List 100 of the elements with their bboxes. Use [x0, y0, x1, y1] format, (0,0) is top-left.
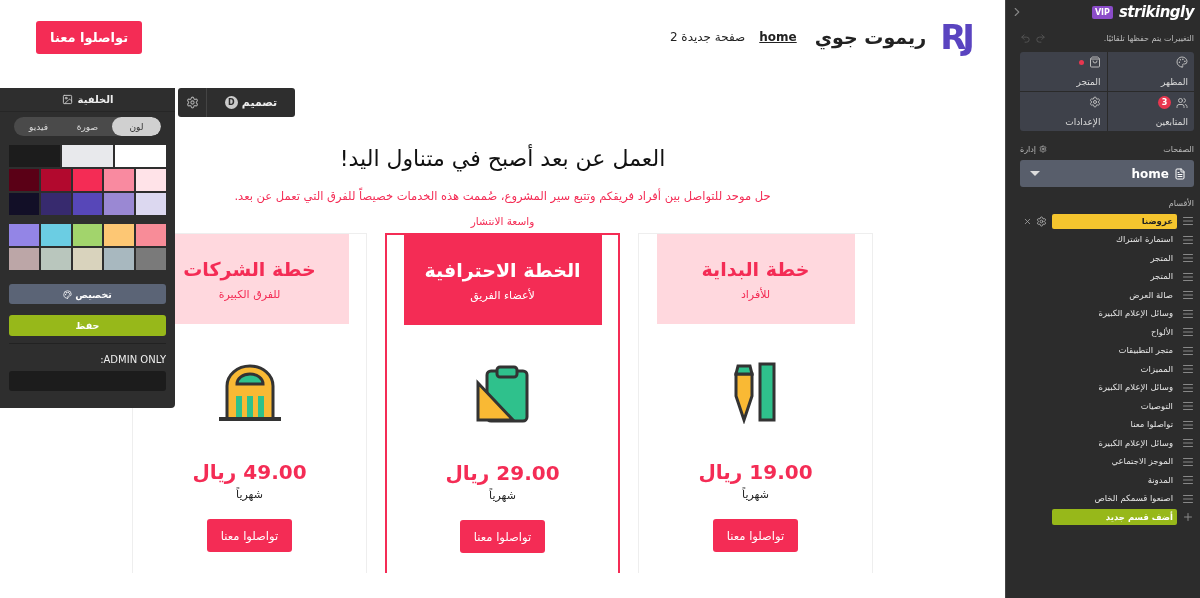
color-swatch[interactable]: [104, 224, 135, 246]
section-item[interactable]: الموجز الاجتماعي: [1052, 454, 1177, 470]
hero-subtitle: حل موحد للتواصل بين أفراد فريقكم وتتبع سير المشروع، صُممت هذه الخدمات خصيصاً للفرق التي تعمل عن بعد.: [234, 189, 771, 203]
color-swatch[interactable]: [40, 193, 71, 215]
count-badge: 3: [1158, 96, 1171, 109]
plan-audience: للأفراد: [740, 287, 771, 301]
plan-audience: لأعضاء الفريق: [470, 288, 535, 302]
color-swatch[interactable]: [9, 193, 39, 215]
file-icon: [1174, 167, 1186, 180]
pages-label: الصفحات: [1163, 144, 1194, 154]
plan-price: 19.00 ريال: [698, 460, 813, 484]
admin-label: :ADMIN ONLY: [99, 354, 166, 365]
plan-period: شهرياً: [489, 489, 516, 502]
manage-link[interactable]: إدارة: [1020, 144, 1048, 154]
color-swatch[interactable]: [104, 248, 135, 270]
brand-logo: strikingly: [1118, 3, 1194, 21]
section-item[interactable]: المدونة: [1052, 472, 1177, 488]
hero-title: العمل عن بعد أصبح في متناول اليد!: [339, 146, 666, 171]
nav-link[interactable]: صفحة جديدة 2: [669, 30, 746, 44]
section-item[interactable]: متجر التطبيقات: [1052, 343, 1177, 359]
color-swatch[interactable]: [104, 193, 135, 215]
drag-handle-icon[interactable]: [1182, 252, 1194, 265]
section-item[interactable]: اصنعوا قسمكم الخاص: [1052, 491, 1177, 507]
building-icon: [216, 364, 283, 422]
section-item[interactable]: المميزات: [1052, 361, 1177, 377]
background-tab[interactable]: فيديو: [14, 117, 63, 136]
popular-label: واسعة الانتشار: [470, 215, 535, 227]
section-item[interactable]: وسائل الإعلام الكبيرة: [1052, 435, 1177, 451]
sidebar-tile[interactable]: المتجر: [1020, 52, 1107, 91]
panel-title: الخلفية: [77, 94, 114, 105]
drag-handle-icon[interactable]: [1182, 455, 1194, 468]
image-icon: [61, 94, 73, 105]
section-item[interactable]: الألواح: [1052, 324, 1177, 340]
section-item[interactable]: وسائل الإعلام الكبيرة: [1052, 380, 1177, 396]
contact-button[interactable]: تواصلوا معنا: [459, 520, 546, 553]
color-swatch[interactable]: [136, 224, 166, 246]
section-item[interactable]: وسائل الإعلام الكبيرة: [1052, 306, 1177, 322]
color-swatch[interactable]: [72, 248, 103, 270]
drag-handle-icon[interactable]: [1182, 474, 1194, 487]
background-tab[interactable]: لون: [112, 117, 161, 136]
plan-name: خطة البداية: [701, 257, 810, 280]
color-swatch[interactable]: [9, 248, 39, 270]
color-swatch[interactable]: [115, 145, 166, 167]
color-swatch[interactable]: [9, 224, 39, 246]
section-item[interactable]: المتجر: [1052, 250, 1177, 266]
section-item[interactable]: استمارة اشتراك: [1052, 232, 1177, 248]
drag-handle-icon[interactable]: [1182, 307, 1194, 320]
drag-handle-icon[interactable]: [1182, 492, 1194, 505]
settings-icon: [1088, 96, 1101, 108]
plan-price: 29.00 ريال: [445, 461, 560, 485]
drag-handle-icon[interactable]: [1182, 344, 1194, 357]
section-item[interactable]: المتجر: [1052, 269, 1177, 285]
palette-icon: [1176, 56, 1188, 68]
color-swatch[interactable]: [136, 169, 166, 191]
plan-audience: للفرق الكبيرة: [218, 287, 281, 301]
drag-handle-icon[interactable]: [1182, 270, 1194, 283]
color-swatch[interactable]: [72, 224, 103, 246]
color-swatch[interactable]: [40, 248, 71, 270]
section-item[interactable]: صالة العرض: [1052, 287, 1177, 303]
color-swatch[interactable]: [40, 224, 71, 246]
section-item[interactable]: التوصيات: [1052, 398, 1177, 414]
color-swatch[interactable]: [62, 145, 113, 167]
plan-period: شهرياً: [236, 488, 263, 501]
drag-handle-icon[interactable]: [1182, 215, 1194, 228]
color-swatch[interactable]: [9, 169, 39, 191]
drag-handle-icon[interactable]: [1182, 233, 1194, 246]
drag-handle-icon[interactable]: [1182, 363, 1194, 376]
section-item[interactable]: عروضنا: [1052, 213, 1177, 229]
autosave-note: التغييرات يتم حفظها تلقائيًا.: [1103, 33, 1194, 43]
color-swatch[interactable]: [104, 169, 135, 191]
color-swatch[interactable]: [72, 169, 103, 191]
color-swatch[interactable]: [40, 169, 71, 191]
section-item[interactable]: تواصلوا معنا: [1052, 417, 1177, 433]
plan-period: شهرياً: [742, 488, 769, 501]
settings-icon[interactable]: [1036, 215, 1047, 227]
plan-price: 49.00 ريال: [192, 460, 307, 484]
customize-button[interactable]: تخصيص: [9, 284, 166, 304]
palette-icon: [63, 289, 73, 299]
contact-button[interactable]: تواصلوا معنا: [206, 519, 293, 552]
contact-button[interactable]: تواصلوا معنا: [36, 20, 143, 54]
logo[interactable]: RJ: [940, 17, 971, 57]
contact-button[interactable]: تواصلوا معنا: [712, 519, 799, 552]
background-tab[interactable]: صورة: [63, 117, 112, 136]
color-swatch[interactable]: [136, 193, 166, 215]
shopping-bag-icon: [1088, 56, 1101, 68]
nav-link[interactable]: home: [759, 30, 797, 44]
drag-handle-icon[interactable]: [1182, 289, 1194, 302]
close-icon[interactable]: [1023, 216, 1032, 226]
drag-handle-icon[interactable]: [1182, 326, 1194, 339]
drag-handle-icon[interactable]: [1182, 418, 1194, 431]
drag-handle-icon[interactable]: [1182, 381, 1194, 394]
page-dropdown[interactable]: home: [1020, 160, 1194, 187]
sidebar-tile[interactable]: المظهر: [1107, 52, 1194, 91]
color-swatch[interactable]: [72, 193, 103, 215]
plus-icon[interactable]: [1182, 511, 1194, 524]
drag-handle-icon[interactable]: [1182, 437, 1194, 450]
drag-handle-icon[interactable]: [1182, 400, 1194, 413]
vip-badge: VIP: [1091, 5, 1113, 19]
color-swatch[interactable]: [136, 248, 166, 270]
sidebar-tile[interactable]: الإعدادات: [1020, 92, 1107, 131]
